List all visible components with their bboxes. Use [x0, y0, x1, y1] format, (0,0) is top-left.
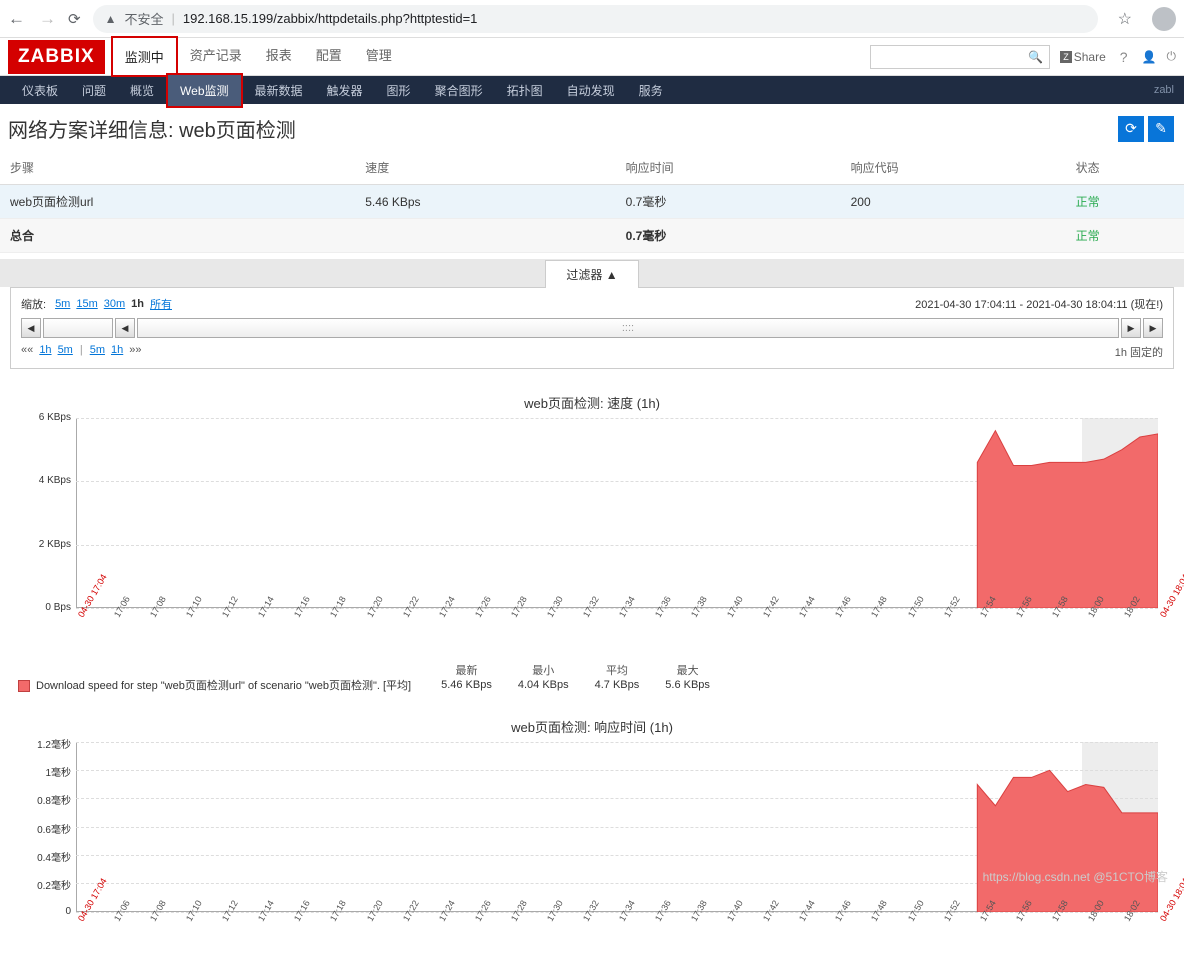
main-header: ZABBIX 监测中 资产记录 报表 配置 管理 🔍 ZShare ? 👤 ⏻	[0, 38, 1184, 76]
speed-legend: Download speed for step "web页面检测url" of …	[18, 664, 1184, 693]
page-title: 网络方案详细信息: web页面检测	[8, 114, 1114, 143]
subnav-latest[interactable]: 最新数据	[243, 75, 315, 106]
insecure-icon: ▲	[105, 12, 117, 26]
th-step: 步骤	[0, 151, 355, 185]
graph-title: web页面检测: 速度 (1h)	[16, 393, 1168, 412]
slider-right-icon[interactable]: ▶	[1143, 318, 1163, 338]
zoom-30m[interactable]: 30m	[104, 298, 125, 310]
subnav-discovery[interactable]: 自动发现	[555, 75, 627, 106]
nav-first[interactable]: ««	[21, 344, 33, 360]
logout-icon[interactable]: ⏻	[1167, 49, 1177, 64]
zoom-5m[interactable]: 5m	[55, 298, 70, 310]
time-slider[interactable]: ◀ ◀ :::: ▶ ▶	[21, 318, 1163, 338]
help-icon[interactable]: ?	[1120, 49, 1128, 65]
logo[interactable]: ZABBIX	[8, 40, 105, 74]
back-icon[interactable]: ←	[8, 9, 25, 29]
menu-admin[interactable]: 管理	[354, 36, 404, 77]
user-icon[interactable]: 👤	[1142, 50, 1157, 64]
th-resptime: 响应时间	[616, 151, 841, 185]
search-icon: 🔍	[1028, 50, 1043, 64]
zoom-all[interactable]: 所有	[150, 296, 172, 312]
nav-back-5m[interactable]: 5m	[58, 344, 73, 360]
filter-bar: 过滤器 ▲	[0, 259, 1184, 287]
subnav-graphs[interactable]: 图形	[375, 75, 423, 106]
steps-table: 步骤 速度 响应时间 响应代码 状态 web页面检测url 5.46 KBps …	[0, 151, 1184, 253]
forward-icon[interactable]: →	[39, 9, 56, 29]
subnav-overview[interactable]: 概览	[118, 75, 166, 106]
nav-last[interactable]: »»	[129, 344, 141, 360]
edit-button[interactable]: ✎	[1148, 116, 1174, 142]
bookmark-icon[interactable]: ☆	[1110, 9, 1140, 29]
menu-config[interactable]: 配置	[304, 36, 354, 77]
resptime-graph: web页面检测: 响应时间 (1h) 1.2毫秒1毫秒0.8毫秒0.6毫秒0.4…	[10, 707, 1174, 960]
subnav-dashboard[interactable]: 仪表板	[10, 75, 70, 106]
table-row[interactable]: web页面检测url 5.46 KBps 0.7毫秒 200 正常	[0, 185, 1184, 219]
profile-avatar[interactable]	[1152, 7, 1176, 31]
insecure-label: 不安全	[124, 9, 163, 28]
nav-back-1h[interactable]: 1h	[39, 344, 51, 360]
filter-toggle[interactable]: 过滤器 ▲	[545, 260, 638, 288]
th-status: 状态	[1066, 151, 1184, 185]
speed-graph: web页面检测: 速度 (1h) 6 KBps4 KBps2 KBps0 Bps…	[10, 383, 1174, 656]
reload-icon[interactable]: ⟳	[68, 10, 81, 28]
time-panel: 缩放: 5m 15m 30m 1h 所有 2021-04-30 17:04:11…	[10, 287, 1174, 369]
th-respcode: 响应代码	[841, 151, 1066, 185]
slider-handle-left-icon[interactable]: ◀	[115, 318, 135, 338]
menu-reports[interactable]: 报表	[254, 36, 304, 77]
address-bar[interactable]: ▲ 不安全 | 192.168.15.199/zabbix/httpdetail…	[93, 5, 1098, 33]
refresh-button[interactable]: ⟳	[1118, 116, 1144, 142]
slider-handle-right-icon[interactable]: ▶	[1121, 318, 1141, 338]
subnav-services[interactable]: 服务	[627, 75, 675, 106]
share-button[interactable]: ZShare	[1060, 50, 1106, 64]
zoom-label: 缩放:	[21, 296, 46, 312]
slider-left-icon[interactable]: ◀	[21, 318, 41, 338]
url-text: 192.168.15.199/zabbix/httpdetails.php?ht…	[183, 11, 478, 26]
subnav-maps[interactable]: 拓扑图	[495, 75, 555, 106]
menu-inventory[interactable]: 资产记录	[178, 36, 254, 77]
browser-bar: ← → ⟳ ▲ 不安全 | 192.168.15.199/zabbix/http…	[0, 0, 1184, 38]
legend-swatch	[18, 680, 30, 692]
nav-fwd-1h[interactable]: 1h	[111, 344, 123, 360]
subnav-problems[interactable]: 问题	[70, 75, 118, 106]
th-speed: 速度	[355, 151, 615, 185]
search-input[interactable]: 🔍	[870, 45, 1050, 69]
subnav-screens[interactable]: 聚合图形	[423, 75, 495, 106]
nav-fwd-5m[interactable]: 5m	[90, 344, 105, 360]
subnav-triggers[interactable]: 触发器	[315, 75, 375, 106]
zoom-1h[interactable]: 1h	[131, 298, 144, 310]
nav-fixed: 1h 固定的	[1115, 344, 1163, 360]
sub-nav: 仪表板 问题 概览 Web监测 最新数据 触发器 图形 聚合图形 拓扑图 自动发…	[0, 76, 1184, 104]
menu-monitoring[interactable]: 监测中	[111, 36, 178, 77]
top-menu: 监测中 资产记录 报表 配置 管理	[111, 36, 404, 77]
zoom-15m[interactable]: 15m	[76, 298, 97, 310]
time-range: 2021-04-30 17:04:11 - 2021-04-30 18:04:1…	[915, 296, 1163, 312]
subnav-web[interactable]: Web监测	[166, 73, 242, 108]
subnav-right: zabl	[1154, 84, 1184, 96]
graph-title: web页面检测: 响应时间 (1h)	[16, 717, 1168, 736]
table-row: 总合 0.7毫秒 正常	[0, 219, 1184, 253]
